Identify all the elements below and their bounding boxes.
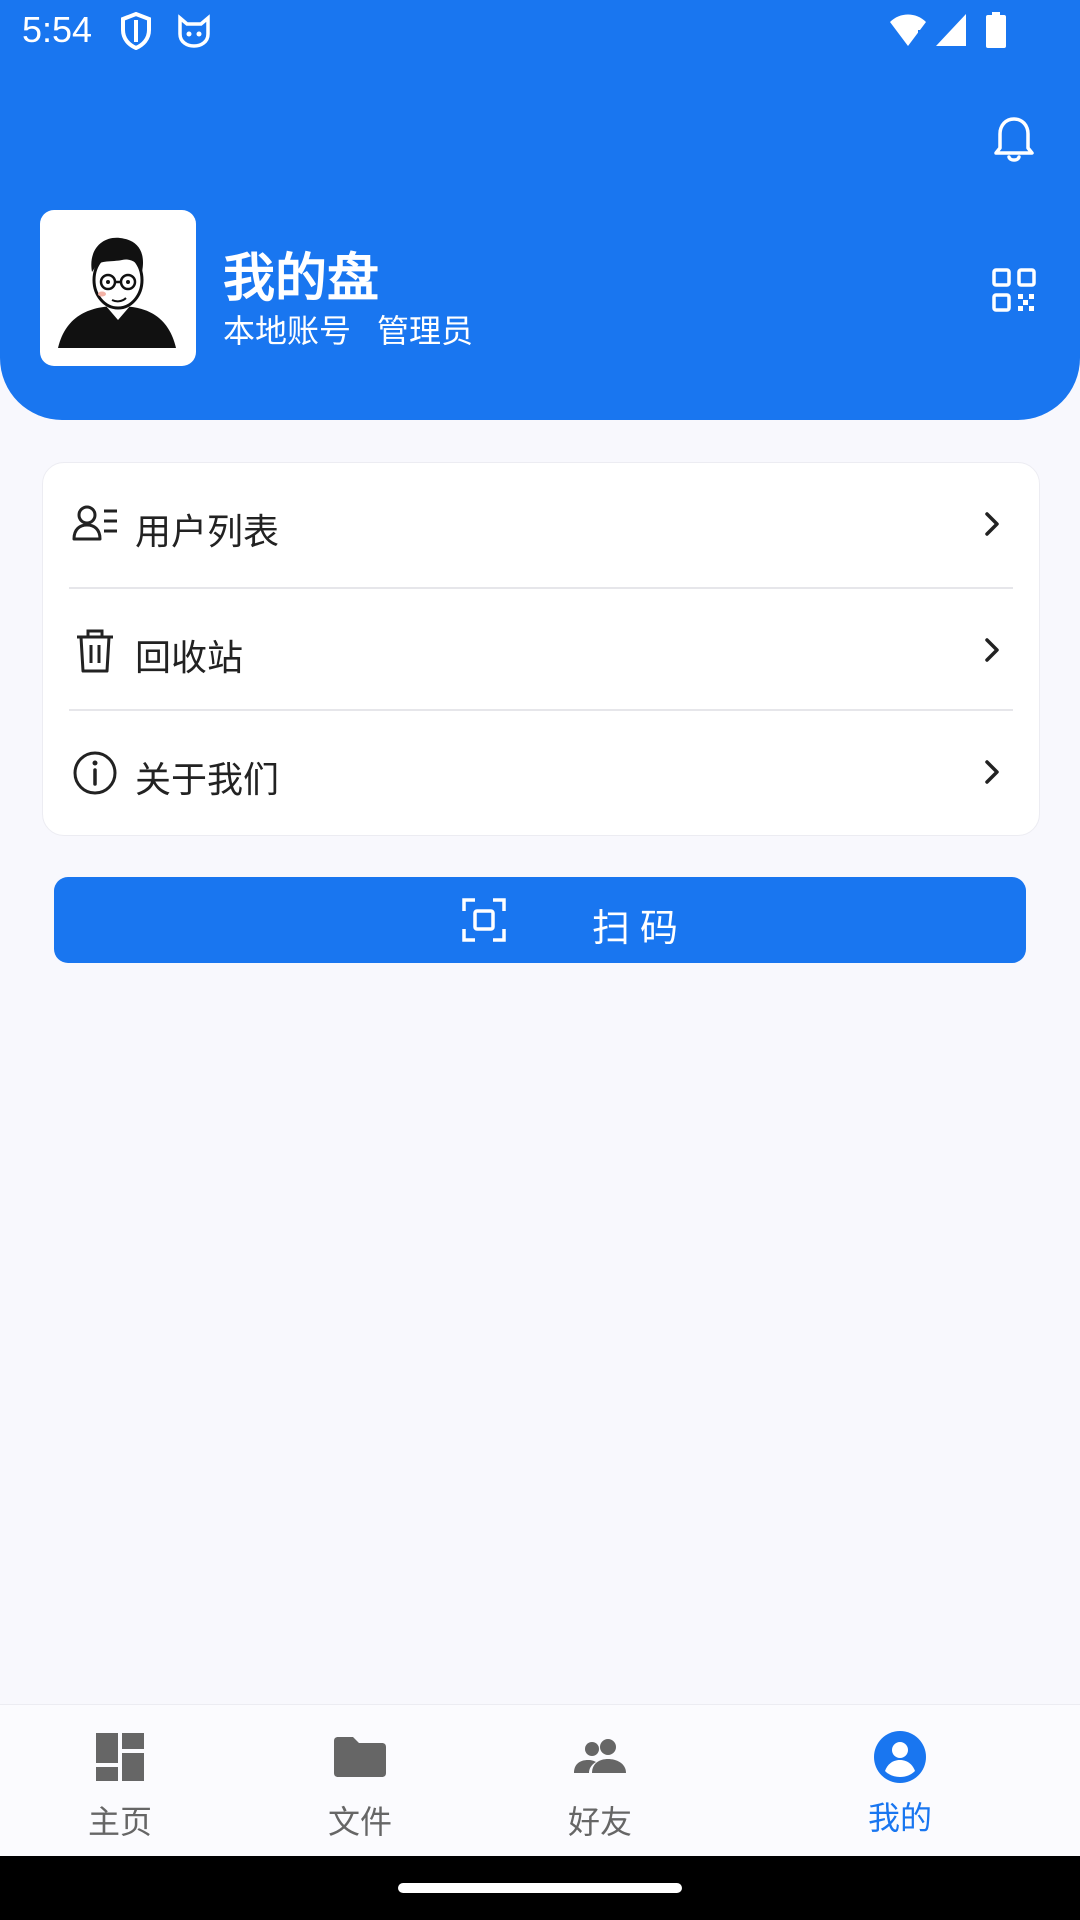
scan-button[interactable]: 扫码 <box>54 877 1026 963</box>
profile-name: 我的盘 <box>223 249 380 309</box>
menu-item-about-us[interactable]: 关于我们 <box>43 711 1039 831</box>
nav-label: 主页 <box>87 1803 152 1841</box>
account-circle-icon <box>874 1731 926 1783</box>
user-list-icon <box>72 505 117 541</box>
shield-icon <box>121 12 151 50</box>
scan-button-label: 扫码 <box>592 906 689 950</box>
nav-item-files[interactable]: 文件 <box>240 1705 480 1857</box>
menu-item-recycle-bin[interactable]: 回收站 <box>43 589 1039 709</box>
chevron-right-icon <box>985 512 999 536</box>
nav-item-home[interactable]: 主页 <box>0 1705 240 1857</box>
nav-label: 我的 <box>867 1799 932 1837</box>
role-label: 管理员 <box>377 312 474 350</box>
nav-label: 好友 <box>567 1803 632 1841</box>
system-nav-bar <box>0 1856 1080 1920</box>
folder-icon <box>334 1737 386 1777</box>
menu-item-label: 关于我们 <box>135 760 280 801</box>
people-icon <box>574 1739 626 1773</box>
bottom-nav: 主页 文件 好友 我的 <box>0 1704 1080 1857</box>
battery-icon <box>986 12 1006 48</box>
avatar[interactable] <box>40 210 196 366</box>
menu-item-label: 回收站 <box>135 638 244 679</box>
nav-item-mine[interactable]: 我的 <box>780 1705 1020 1857</box>
nav-label: 文件 <box>327 1803 392 1841</box>
profile-subtitle: 本地账号 管理员 <box>223 306 499 352</box>
notification-bell-icon[interactable] <box>986 110 1042 166</box>
status-time: 5:54 <box>22 9 93 50</box>
profile-header: 5:54 我的盘 本地账号 管理员 <box>0 0 1080 420</box>
status-bar: 5:54 <box>0 0 1080 64</box>
trash-icon <box>77 629 113 673</box>
info-icon <box>73 751 117 795</box>
signal-icon <box>936 14 966 46</box>
scan-icon <box>462 898 506 942</box>
chevron-right-icon <box>985 638 999 662</box>
wifi-icon <box>890 14 926 46</box>
cat-face-icon <box>178 14 210 48</box>
menu-item-user-list[interactable]: 用户列表 <box>43 463 1039 583</box>
menu-card: 用户列表 回收站 关于我们 <box>42 462 1040 836</box>
qr-code-icon[interactable] <box>992 268 1036 312</box>
account-type-label: 本地账号 <box>223 312 352 350</box>
chevron-right-icon <box>985 760 999 784</box>
menu-item-label: 用户列表 <box>135 512 280 553</box>
dashboard-icon <box>96 1733 144 1781</box>
avatar-illustration <box>58 237 176 348</box>
home-indicator[interactable] <box>398 1883 682 1893</box>
nav-item-friends[interactable]: 好友 <box>480 1705 720 1857</box>
